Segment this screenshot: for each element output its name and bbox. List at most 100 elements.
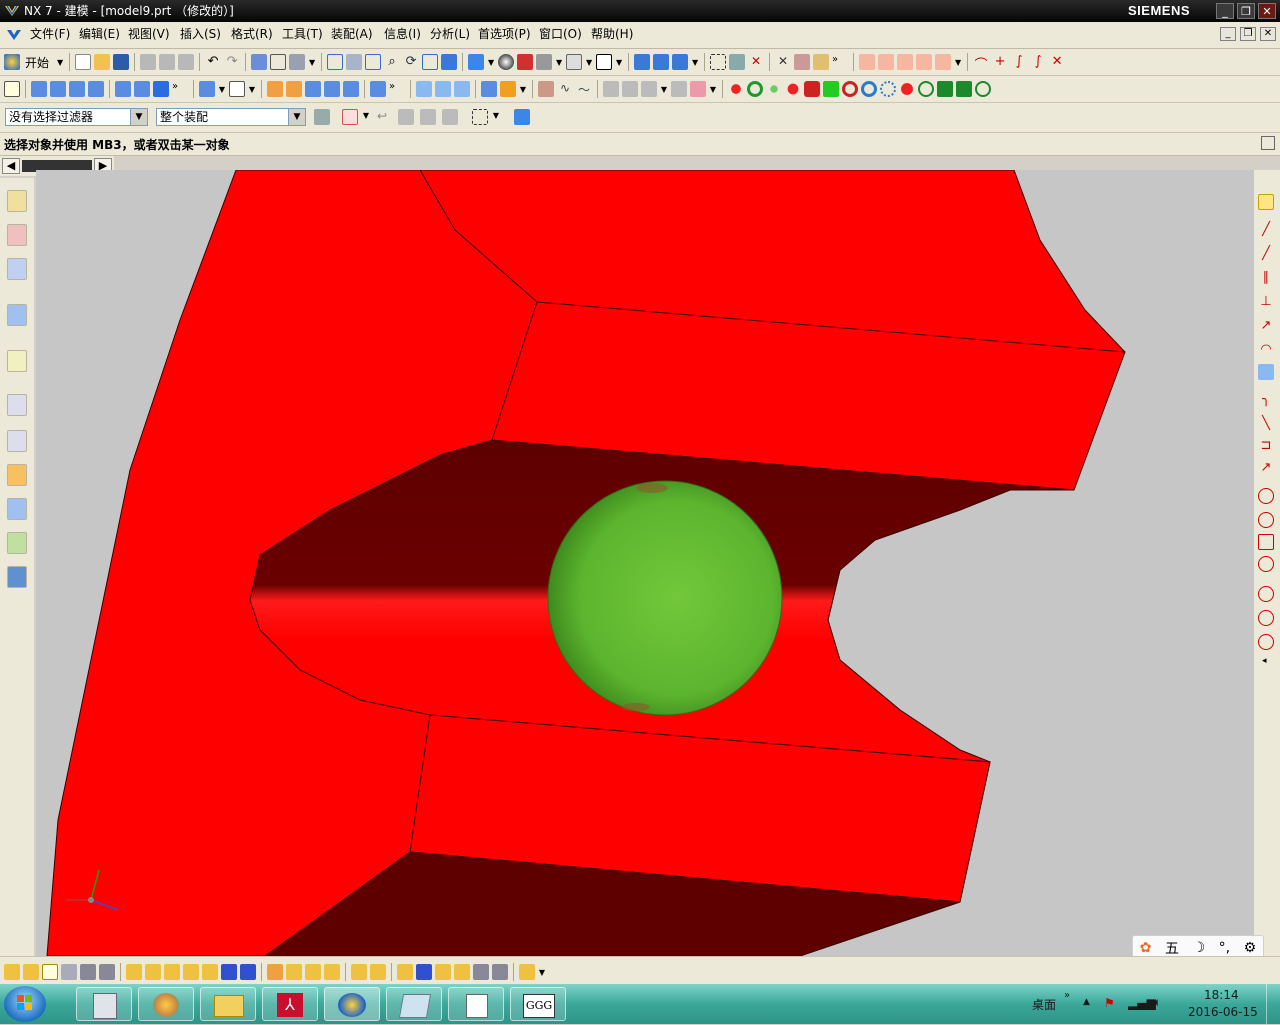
curve-tool-icon[interactable] [1258, 194, 1274, 210]
fillet-icon[interactable]: ╮ [1258, 392, 1274, 408]
selection-settings-icon[interactable] [314, 109, 330, 125]
sync-modeling-icon[interactable] [4, 964, 20, 980]
menu-help[interactable]: 帮助(H) [591, 26, 633, 42]
status-toggle-icon[interactable] [1261, 136, 1275, 150]
start-icon[interactable] [4, 54, 20, 70]
new-component-icon[interactable] [897, 54, 914, 70]
select-all-icon[interactable] [398, 109, 414, 125]
pan-icon[interactable] [422, 54, 439, 70]
app-menu-icon[interactable] [6, 27, 22, 43]
close-button[interactable]: ✕ [1258, 3, 1276, 19]
edit-section-icon[interactable] [519, 964, 535, 980]
draft-icon[interactable] [324, 81, 340, 97]
wcs-icon[interactable] [634, 54, 651, 70]
local-scale-icon[interactable] [492, 964, 508, 980]
mate-component-icon[interactable] [916, 54, 933, 70]
revolve-icon[interactable] [50, 81, 66, 97]
through-curves-icon[interactable] [435, 81, 451, 97]
assembly-navigator-icon[interactable] [7, 190, 27, 212]
offset-region-icon[interactable] [61, 964, 77, 980]
clock-date[interactable]: 2016-06-15 [1188, 1005, 1258, 1019]
curve-icon[interactable]: ⌒ [973, 54, 989, 72]
restore-button[interactable]: ❐ [1237, 3, 1255, 19]
desktop-label[interactable]: 桌面 [1032, 996, 1056, 1013]
draft-analysis-icon[interactable] [622, 81, 638, 97]
linear-dim-icon[interactable] [351, 964, 367, 980]
taskbar-acrobat[interactable]: ⅄ [262, 987, 318, 1021]
mesh-surface-icon[interactable] [454, 81, 470, 97]
shaded-icon[interactable] [498, 54, 515, 70]
resize-blend-icon[interactable] [99, 964, 115, 980]
change-face-icon[interactable] [454, 964, 470, 980]
green-x-icon[interactable] [975, 81, 991, 97]
perpendicular-line-icon[interactable]: ⊥ [1258, 294, 1274, 310]
shell-icon[interactable] [305, 81, 321, 97]
graphics-window[interactable] [36, 170, 1254, 956]
rectangle-icon[interactable] [1258, 364, 1274, 380]
menu-insert[interactable]: 插入(S) [180, 26, 221, 42]
line-icon[interactable]: ╱ [1258, 222, 1274, 238]
sweep-icon[interactable] [69, 81, 85, 97]
reposition-icon[interactable] [935, 54, 952, 70]
sphere-body[interactable] [547, 480, 783, 716]
trim-curve-icon[interactable]: ✕ [1049, 54, 1065, 70]
spline-icon[interactable]: ∫ [1011, 54, 1027, 70]
show-desktop-button[interactable] [1266, 984, 1280, 1024]
tube-icon[interactable] [88, 81, 104, 97]
shaded-edges-icon[interactable] [517, 54, 534, 70]
green-part-icon[interactable] [823, 81, 839, 97]
menu-edit[interactable]: 编辑(E) [79, 26, 120, 42]
symmetric-icon[interactable] [305, 964, 321, 980]
constraint-navigator-icon[interactable] [7, 224, 27, 246]
sphere-analysis-icon[interactable] [728, 81, 744, 97]
type-filter-dropdown[interactable]: 没有选择过滤器 ▼ [5, 108, 148, 126]
section-icon[interactable] [671, 81, 687, 97]
taskbar-calculator[interactable] [76, 987, 132, 1021]
menu-assembly[interactable]: 装配(A) [331, 26, 373, 42]
chevron-down-icon[interactable]: ▼ [288, 109, 305, 125]
bridge-icon[interactable]: ⊐ [1258, 438, 1274, 454]
new-file-icon[interactable] [75, 54, 92, 70]
extrude-icon[interactable] [31, 81, 47, 97]
start-button[interactable]: 开始 [25, 54, 49, 71]
ring-icon[interactable] [747, 81, 763, 97]
point-set-icon[interactable] [1258, 586, 1274, 602]
action-center-icon[interactable]: ⚑ [1104, 996, 1115, 1010]
manufacturing-wizard-icon[interactable] [7, 498, 27, 520]
menu-file[interactable]: 文件(F) [30, 26, 70, 42]
background-icon[interactable] [566, 54, 583, 70]
clock-time[interactable]: 18:14 [1204, 988, 1239, 1002]
tray-expand-icon[interactable]: ▲ [1083, 997, 1090, 1007]
wcs-origin-icon[interactable] [653, 54, 670, 70]
select-tool-icon[interactable] [289, 54, 306, 70]
snap-filter-icon[interactable] [342, 109, 358, 125]
doc-restore-button[interactable]: ❐ [1240, 27, 1256, 41]
zoom-window-icon[interactable] [365, 54, 382, 70]
punct-icon[interactable]: °, [1219, 940, 1230, 956]
add-component-icon[interactable] [878, 54, 895, 70]
paste-icon[interactable] [178, 54, 195, 70]
part-navigator-icon[interactable] [7, 258, 27, 280]
target-icon[interactable] [918, 81, 934, 97]
chamfer-icon[interactable] [286, 81, 302, 97]
view-select-icon[interactable] [514, 109, 530, 125]
menu-preferences[interactable]: 首选项(P) [478, 26, 531, 42]
red-blob-icon[interactable] [899, 81, 915, 97]
measure-distance-icon[interactable] [794, 54, 811, 70]
sketch-icon[interactable] [4, 81, 20, 97]
snap-end-icon[interactable] [729, 54, 746, 70]
save-icon[interactable] [113, 54, 130, 70]
moon-icon[interactable]: ☽ [1193, 940, 1206, 956]
coaxial-icon[interactable] [267, 964, 283, 980]
taskbar-nx[interactable] [324, 987, 380, 1021]
deviation-icon[interactable] [641, 81, 657, 97]
perspective-icon[interactable] [441, 54, 458, 70]
cut-icon[interactable] [140, 54, 157, 70]
taskbar-explorer[interactable] [200, 987, 256, 1021]
scope-dropdown[interactable]: 整个装配 ▼ [156, 108, 306, 126]
helix-icon[interactable] [1258, 610, 1274, 626]
select-edges-icon[interactable] [442, 109, 458, 125]
layer-icon[interactable] [596, 54, 613, 70]
points-icon[interactable] [766, 81, 782, 97]
sew-icon[interactable] [481, 81, 497, 97]
